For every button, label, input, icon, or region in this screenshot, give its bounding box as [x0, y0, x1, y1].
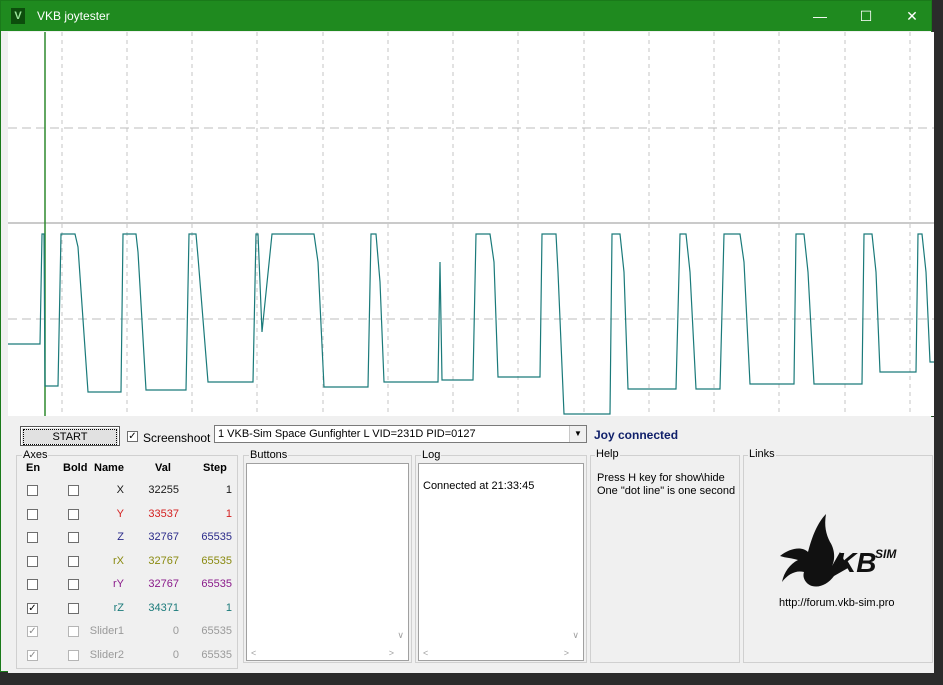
scroll-right-icon[interactable]: > — [389, 648, 394, 658]
axis-enable-checkbox[interactable] — [27, 485, 38, 496]
rz-trace — [8, 233, 934, 415]
links-group-title: Links — [748, 448, 776, 460]
axis-enable-checkbox[interactable]: ✓ — [27, 602, 38, 614]
maximize-button[interactable]: ☐ — [843, 1, 889, 31]
axis-step: 1 — [225, 507, 232, 520]
log-entry: Connected at 21:33:45 — [423, 480, 535, 492]
axes-header-name: Name — [94, 462, 124, 474]
help-line-2: One "dot line" is one second — [597, 485, 736, 497]
start-button[interactable]: START — [20, 426, 120, 446]
axis-value: 0 — [172, 648, 179, 661]
help-group-title: Help — [595, 448, 620, 460]
axes-header-en: En — [26, 462, 41, 474]
window-title: VKB joytester — [37, 9, 110, 23]
screenshoot-checkbox[interactable]: ✓ — [127, 431, 138, 442]
title-bar[interactable]: V VKB joytester — ☐ ✕ — [1, 1, 931, 31]
axes-header-val: Val — [155, 462, 171, 474]
time-gridlines — [61, 32, 911, 416]
chevron-down-icon[interactable]: ▼ — [569, 426, 586, 442]
logo-sup: SIM — [875, 547, 897, 561]
axis-step: 1 — [225, 484, 232, 496]
axis-step: 65535 — [201, 625, 232, 637]
axis-enable-checkbox[interactable]: ✓ — [27, 626, 38, 637]
log-list[interactable]: Connected at 21:33:45 ∨ < > — [418, 463, 584, 661]
axis-value: 32767 — [148, 531, 179, 543]
axis-step: 65535 — [201, 531, 232, 543]
axis-name: rZ — [113, 601, 124, 614]
device-select-value: 1 VKB-Sim Space Gunfighter L VID=231D PI… — [218, 428, 476, 440]
axis-enable-checkbox[interactable] — [27, 555, 38, 567]
axis-name: Slider1 — [89, 625, 124, 637]
axis-value: 32767 — [148, 578, 179, 590]
axis-step: 1 — [225, 601, 232, 614]
axis-value: 0 — [172, 625, 179, 637]
scroll-left-icon[interactable]: < — [251, 648, 256, 658]
axis-step: 65535 — [201, 648, 232, 661]
axis-step: 65535 — [201, 554, 232, 567]
axis-name: Slider2 — [89, 648, 124, 661]
screenshoot-label: Screenshoot — [143, 431, 211, 445]
axes-header-step: Step — [203, 462, 227, 474]
axis-enable-checkbox[interactable] — [27, 532, 38, 543]
axis-value: 32255 — [148, 484, 179, 496]
scroll-down-icon[interactable]: ∨ — [572, 630, 579, 641]
minimize-button[interactable]: — — [797, 1, 843, 31]
eagle-icon: KB SIM — [780, 514, 897, 587]
axis-enable-checkbox[interactable] — [27, 579, 38, 590]
forum-link[interactable]: http://forum.vkb-sim.pro — [779, 597, 895, 609]
axis-name: rX — [113, 554, 124, 567]
connection-status: Joy connected — [594, 428, 679, 442]
axes-header-bold: Bold — [63, 462, 88, 474]
signal-plot — [8, 32, 934, 416]
axes-group-title: Axes — [22, 449, 49, 461]
scroll-left-icon[interactable]: < — [423, 648, 428, 658]
app-window: V VKB joytester — ☐ ✕ START ✓ Screenshoo… — [0, 0, 934, 673]
axis-name: Y — [116, 507, 124, 520]
device-select[interactable]: 1 VKB-Sim Space Gunfighter L VID=231D PI… — [214, 425, 587, 443]
close-button[interactable]: ✕ — [889, 1, 935, 31]
vkb-logo[interactable]: KB SIM — [778, 512, 903, 595]
log-group-title: Log — [421, 449, 442, 461]
app-icon: V — [11, 8, 25, 24]
axis-name: X — [116, 484, 124, 496]
axis-enable-checkbox[interactable]: ✓ — [27, 649, 38, 661]
axis-name: rY — [113, 578, 124, 590]
scroll-right-icon[interactable]: > — [564, 648, 569, 658]
axis-step: 65535 — [201, 578, 232, 590]
axis-value: 33537 — [148, 507, 179, 520]
axis-value: 32767 — [148, 554, 179, 567]
buttons-group-title: Buttons — [249, 449, 289, 461]
control-panel: START ✓ Screenshoot 1 VKB-Sim Space Gunf… — [8, 417, 934, 673]
axis-name: Z — [117, 531, 124, 543]
axis-value: 34371 — [148, 601, 179, 614]
help-line-1: Press H key for show\hide — [597, 472, 725, 484]
buttons-list[interactable]: ∨ < > — [246, 463, 409, 661]
scroll-down-icon[interactable]: ∨ — [397, 630, 404, 641]
logo-text: KB — [836, 547, 876, 578]
axis-enable-checkbox[interactable] — [27, 508, 38, 520]
plot-canvas — [8, 32, 934, 416]
